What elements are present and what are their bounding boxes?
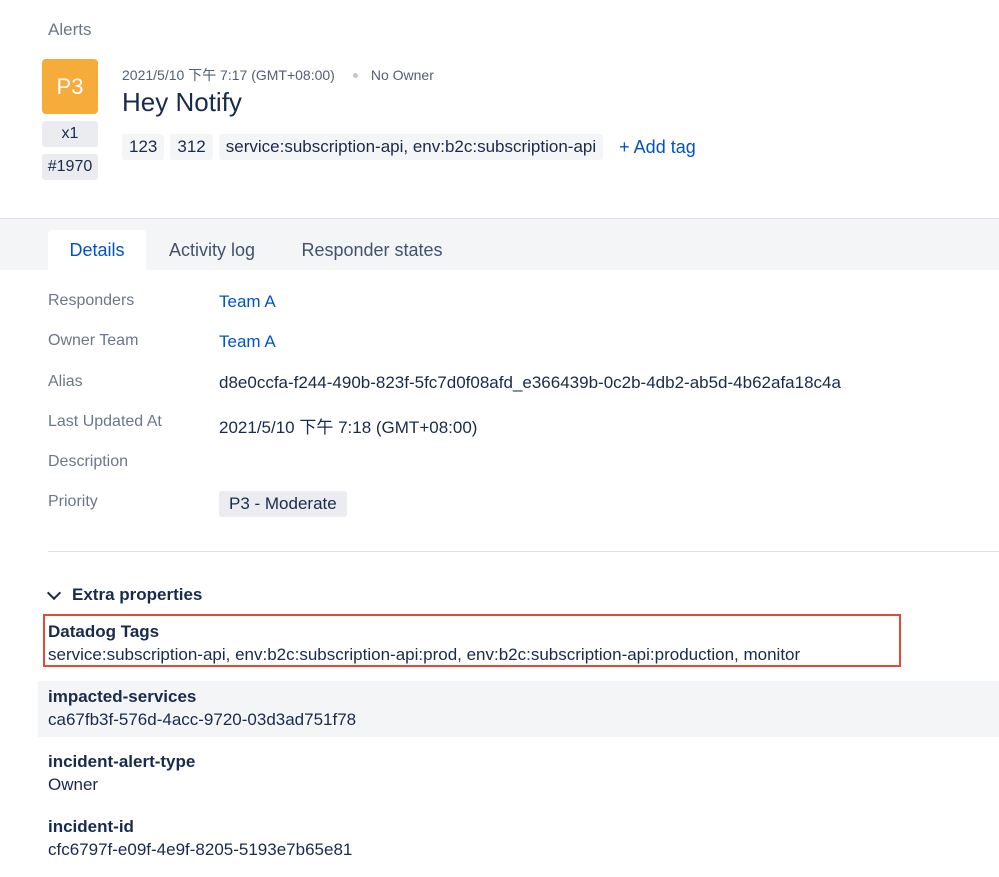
tab-details[interactable]: Details <box>48 230 146 270</box>
property-value: cfc6797f-e09f-4e9f-8205-5193e7b65e81 <box>48 840 353 859</box>
responders-label: Responders <box>48 292 135 309</box>
property-incident-alert-type: incident-alert-type Owner <box>48 752 195 795</box>
alias-value: d8e0ccfa-f244-490b-823f-5fc7d0f08afd_e36… <box>219 373 841 392</box>
count-badge: x1 <box>42 121 98 147</box>
property-name: impacted-services <box>48 687 197 706</box>
priority-label: Priority <box>48 493 98 510</box>
description-label: Description <box>48 453 129 470</box>
extra-properties-toggle[interactable]: Extra properties <box>46 585 203 605</box>
property-incident-id: incident-id cfc6797f-e09f-4e9f-8205-5193… <box>48 817 352 860</box>
divider <box>48 551 999 552</box>
responders-value[interactable]: Team A <box>219 292 276 312</box>
property-value: Owner <box>48 775 99 794</box>
separator-dot-icon <box>352 72 358 78</box>
priority-value: P3 - Moderate <box>219 491 347 517</box>
property-name: incident-id <box>48 817 134 836</box>
tab-activity-log[interactable]: Activity log <box>150 230 274 270</box>
last-updated-value: 2021/5/10 下午 7:18 (GMT+08:00) <box>219 418 478 437</box>
add-tag-button[interactable]: + Add tag <box>619 137 696 158</box>
chevron-down-icon <box>46 585 62 600</box>
alert-title: Hey Notify <box>122 87 242 117</box>
owner-team-label: Owner Team <box>48 332 139 349</box>
extra-properties-title: Extra properties <box>72 585 203 604</box>
last-updated-label: Last Updated At <box>48 413 162 430</box>
alert-number-badge: #1970 <box>42 154 98 180</box>
tag[interactable]: 312 <box>170 134 213 160</box>
property-name: incident-alert-type <box>48 752 196 771</box>
priority-badge: P3 <box>42 59 98 114</box>
breadcrumb[interactable]: Alerts <box>48 20 91 40</box>
tab-responder-states[interactable]: Responder states <box>284 230 460 270</box>
owner-status: No Owner <box>370 67 434 83</box>
property-impacted-services: impacted-services ca67fb3f-576d-4acc-972… <box>48 687 356 730</box>
tag[interactable]: service:subscription-api, env:b2c:subscr… <box>218 134 604 160</box>
created-at: 2021/5/10 下午 7:17 (GMT+08:00) <box>122 67 335 83</box>
tab-bar: Details Activity log Responder states <box>0 218 999 270</box>
owner-team-value[interactable]: Team A <box>219 332 276 352</box>
alias-label: Alias <box>48 373 83 390</box>
alert-meta: 2021/5/10 下午 7:17 (GMT+08:00) No Owner <box>122 65 434 85</box>
tag[interactable]: 123 <box>122 134 165 160</box>
highlight-box <box>43 614 901 667</box>
property-value: ca67fb3f-576d-4acc-9720-03d3ad751f78 <box>48 710 357 729</box>
tag-list: 123 312 service:subscription-api, env:b2… <box>122 134 696 160</box>
